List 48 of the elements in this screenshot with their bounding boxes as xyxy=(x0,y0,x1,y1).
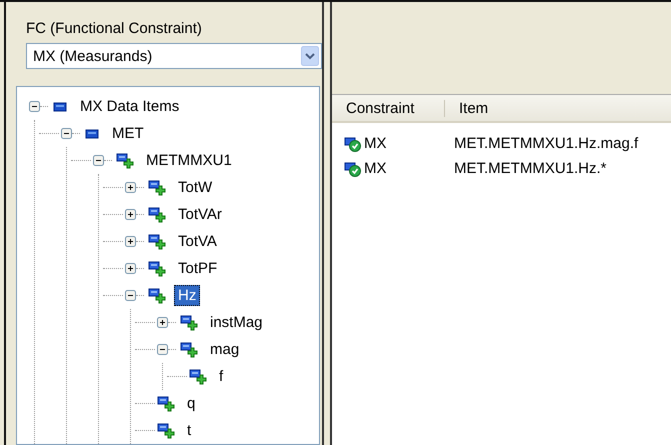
dropdown-chevron-icon[interactable] xyxy=(301,46,319,66)
table-cell-text: MET.METMMXU1.Hz.mag.f xyxy=(453,135,638,152)
expand-icon[interactable] xyxy=(125,209,136,220)
collapse-icon[interactable] xyxy=(125,290,136,301)
collapse-icon[interactable] xyxy=(61,128,72,139)
collapse-icon[interactable] xyxy=(29,101,40,112)
square-plus-icon xyxy=(157,422,175,440)
check-badge-icon xyxy=(344,136,362,152)
tree-item[interactable]: q xyxy=(183,393,200,414)
filter-dropdown[interactable]: MX (Measurands) xyxy=(26,43,322,69)
tree-item[interactable]: f xyxy=(215,366,228,387)
square-plus-icon xyxy=(148,286,166,304)
expand-icon[interactable] xyxy=(157,317,168,328)
table-cell: MX xyxy=(364,160,386,177)
splitter-bar[interactable] xyxy=(322,2,332,445)
tree-item[interactable]: MET xyxy=(108,123,148,144)
tree-item[interactable]: TotVA xyxy=(174,231,221,252)
tree-item[interactable]: METMMXU1 xyxy=(142,150,236,171)
square-plus-icon xyxy=(157,394,175,412)
expand-icon[interactable] xyxy=(125,263,136,274)
column-header[interactable]: Item xyxy=(445,100,488,116)
square-plus-icon xyxy=(180,314,198,332)
square-plus-icon xyxy=(148,178,166,196)
tree-item[interactable]: mag xyxy=(206,339,244,360)
tree-item[interactable]: t xyxy=(183,420,196,441)
square-plus-icon xyxy=(180,340,198,358)
tree-item[interactable]: TotW xyxy=(174,177,216,198)
table-cell-text: MET.METMMXU1.Hz.* xyxy=(453,160,607,177)
check-badge-icon xyxy=(344,160,362,176)
square-plus-icon xyxy=(148,260,166,278)
filter-label: FC (Functional Constraint) xyxy=(26,20,202,37)
tree-item[interactable]: MX Data Items xyxy=(76,96,184,117)
data-set-icon xyxy=(84,128,100,140)
collapse-icon[interactable] xyxy=(157,344,168,355)
tree-item[interactable]: Hz xyxy=(174,285,200,306)
square-plus-icon xyxy=(116,152,134,170)
column-header[interactable]: Constraint xyxy=(332,100,445,116)
collapse-icon[interactable] xyxy=(93,155,104,166)
expand-icon[interactable] xyxy=(125,236,136,247)
tree-item[interactable]: TotPF xyxy=(174,258,222,279)
square-plus-icon xyxy=(189,368,207,386)
square-plus-icon xyxy=(148,232,166,250)
square-plus-icon xyxy=(148,206,166,224)
table-cell: MX xyxy=(364,135,386,152)
expand-icon[interactable] xyxy=(125,182,136,193)
tree-item[interactable]: instMag xyxy=(206,312,267,333)
tree-item[interactable]: TotVAr xyxy=(174,204,226,225)
data-set-icon xyxy=(52,100,68,112)
